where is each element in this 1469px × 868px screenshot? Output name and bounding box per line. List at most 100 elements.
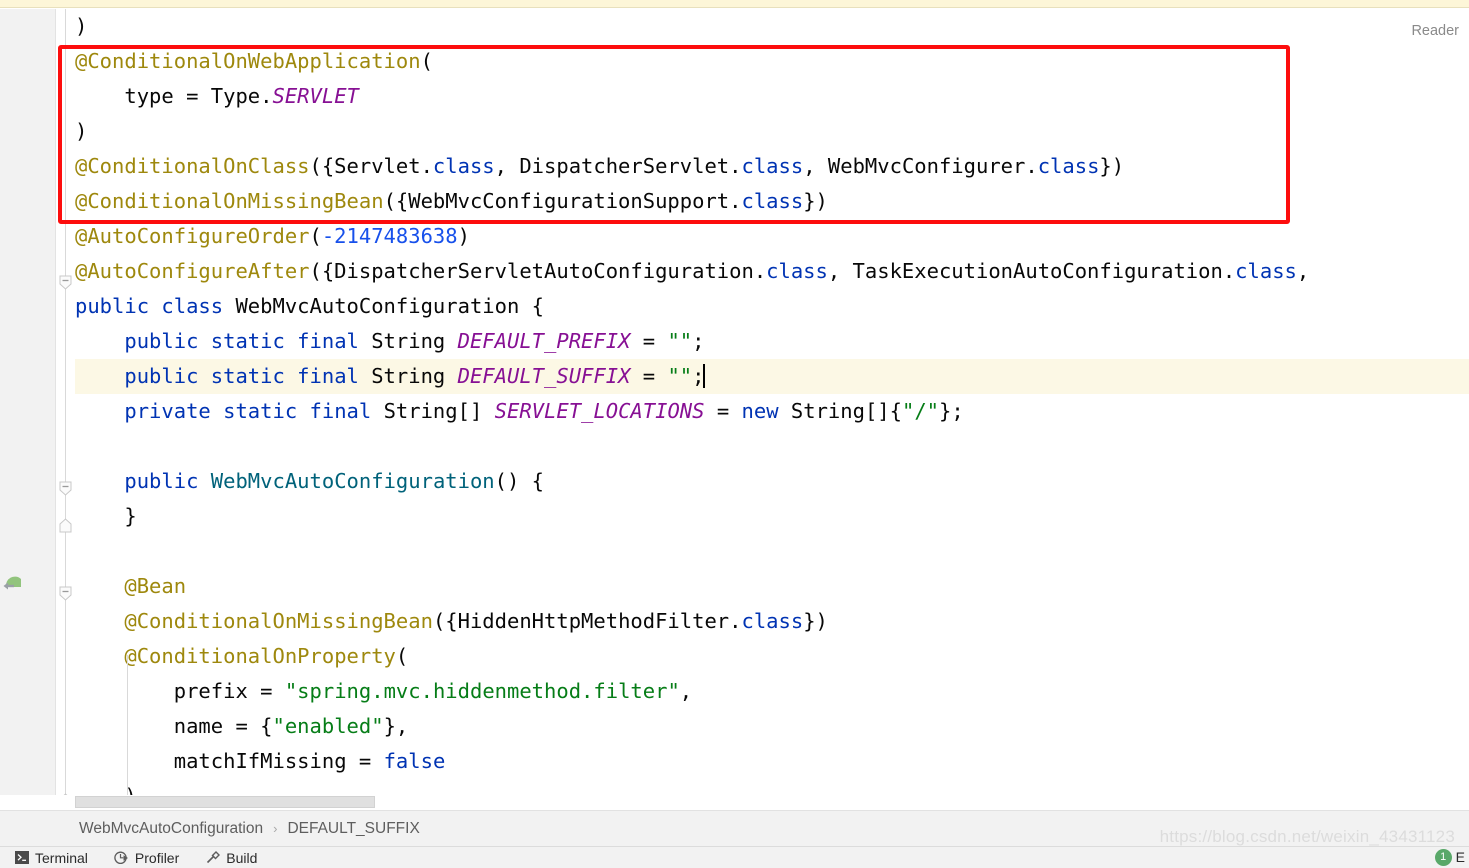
code-line[interactable]: @ConditionalOnClass({Servlet.class, Disp…	[75, 149, 1469, 184]
code-line[interactable]: public static final String DEFAULT_PREFI…	[75, 324, 1469, 359]
horizontal-scrollbar-thumb[interactable]	[75, 796, 375, 808]
code-line[interactable]: @AutoConfigureAfter({DispatcherServletAu…	[75, 254, 1469, 289]
code-line[interactable]: name = {"enabled"},	[75, 709, 1469, 744]
code-line[interactable]: @ConditionalOnProperty(	[75, 639, 1469, 674]
code-token: type = Type.	[124, 84, 273, 108]
code-token: )	[75, 119, 88, 143]
code-line[interactable]: private static final String[] SERVLET_LO…	[75, 394, 1469, 429]
code-token: ({HiddenHttpMethodFilter.	[432, 609, 742, 633]
code-token: class	[1037, 154, 1100, 178]
reader-mode-label[interactable]: Reader	[1411, 23, 1459, 39]
code-token: (	[309, 224, 322, 248]
code-line[interactable]: @AutoConfigureOrder(-2147483638)	[75, 219, 1469, 254]
code-token: WebMvcAutoConfiguration	[210, 469, 495, 493]
text-caret	[703, 364, 706, 388]
code-line[interactable]: }	[75, 499, 1469, 534]
code-token: ""	[667, 329, 693, 353]
code-token: class	[432, 154, 495, 178]
code-line[interactable]: public class WebMvcAutoConfiguration {	[75, 289, 1469, 324]
breadcrumb[interactable]: WebMvcAutoConfiguration › DEFAULT_SUFFIX	[0, 810, 1469, 846]
code-token: -2147483638	[321, 224, 458, 248]
code-line[interactable]	[75, 534, 1469, 569]
tool-button-label: Profiler	[134, 849, 180, 866]
code-token: =	[630, 364, 668, 388]
code-line[interactable]: )	[75, 9, 1469, 44]
ide-editor-window: ) @ConditionalOnWebApplication( type = Ty…	[0, 0, 1469, 868]
editor-annotation-gutter[interactable]	[0, 9, 56, 795]
code-line[interactable]: public WebMvcAutoConfiguration() {	[75, 464, 1469, 499]
code-line[interactable]: @ConditionalOnMissingBean({HiddenHttpMet…	[75, 604, 1469, 639]
bottom-toolbar-right[interactable]: 1 E	[1434, 846, 1465, 868]
code-token: })	[803, 189, 828, 213]
code-line[interactable]: @ConditionalOnMissingBean({WebMvcConfigu…	[75, 184, 1469, 219]
tool-button-profiler[interactable]: Profiler	[114, 850, 179, 865]
tool-button-terminal[interactable]: Terminal	[14, 850, 88, 865]
code-token: }	[124, 504, 137, 528]
code-token: ,	[679, 679, 693, 703]
code-token: public static final	[124, 329, 372, 353]
code-token: })	[1099, 154, 1125, 178]
code-token: @ConditionalOnClass	[75, 154, 310, 178]
fold-collapse-icon[interactable]	[58, 586, 73, 601]
code-token: , DispatcherServlet.	[494, 154, 742, 178]
code-line[interactable]: matchIfMissing = false	[75, 744, 1469, 779]
code-text-area[interactable]: ) @ConditionalOnWebApplication( type = Ty…	[75, 9, 1469, 795]
code-token: "spring.mvc.hiddenmethod.filter"	[284, 679, 680, 703]
tool-button-label: Build	[226, 849, 258, 866]
fold-end-icon[interactable]	[58, 793, 73, 795]
code-token: ({DispatcherServletAutoConfiguration.	[309, 259, 767, 283]
code-token: public static final	[124, 364, 372, 388]
fold-collapse-icon[interactable]	[58, 481, 73, 496]
code-line[interactable]	[75, 429, 1469, 464]
code-line[interactable]: @Bean	[75, 569, 1469, 604]
code-token: () {	[494, 469, 545, 493]
code-line[interactable]: @ConditionalOnWebApplication(	[75, 44, 1469, 79]
code-token: name = {	[173, 714, 273, 738]
code-token: String[]	[383, 399, 495, 423]
code-line[interactable]: )	[75, 114, 1469, 149]
code-token: SERVLET	[272, 84, 359, 108]
code-token: matchIfMissing =	[173, 749, 384, 773]
code-token: ;	[692, 329, 705, 353]
breadcrumb-item-field[interactable]: DEFAULT_SUFFIX	[287, 820, 419, 838]
override-method-gutter-icon[interactable]	[2, 574, 24, 594]
bottom-tool-window-bar[interactable]: Terminal Profiler Build	[0, 846, 1469, 868]
code-token: class	[1235, 259, 1297, 283]
code-folding-column[interactable]	[57, 9, 75, 795]
editor-notification-strip	[0, 0, 1469, 8]
code-token: class	[766, 259, 828, 283]
code-line[interactable]: public static final String DEFAULT_SUFFI…	[75, 359, 1469, 394]
fold-collapse-icon[interactable]	[58, 275, 73, 290]
code-token: @Bean	[124, 574, 187, 598]
code-line[interactable]: )	[75, 779, 1469, 795]
horizontal-scrollbar-track[interactable]	[75, 795, 1469, 809]
code-token: ({Servlet.	[309, 154, 433, 178]
code-token: public	[124, 469, 211, 493]
code-token: )	[75, 14, 88, 38]
code-token: @ConditionalOnMissingBean	[124, 609, 433, 633]
code-line[interactable]: type = Type.SERVLET	[75, 79, 1469, 114]
code-token: false	[383, 749, 446, 773]
code-token: @AutoConfigureOrder	[75, 224, 310, 248]
notification-badge[interactable]: 1	[1434, 848, 1452, 866]
tool-button-build[interactable]: Build	[205, 850, 257, 865]
code-token: =	[630, 329, 668, 353]
terminal-icon	[14, 850, 29, 865]
fold-end-icon[interactable]	[58, 518, 73, 533]
breadcrumb-item-class[interactable]: WebMvcAutoConfiguration	[79, 820, 263, 838]
code-token: SERVLET_LOCATIONS	[494, 399, 705, 423]
code-line[interactable]: prefix = "spring.mvc.hiddenmethod.filter…	[75, 674, 1469, 709]
code-editor[interactable]: ) @ConditionalOnWebApplication( type = Ty…	[0, 9, 1469, 795]
code-token: "/"	[901, 399, 940, 423]
code-token: String	[371, 329, 458, 353]
code-token: ""	[667, 364, 693, 388]
code-token: })	[803, 609, 828, 633]
